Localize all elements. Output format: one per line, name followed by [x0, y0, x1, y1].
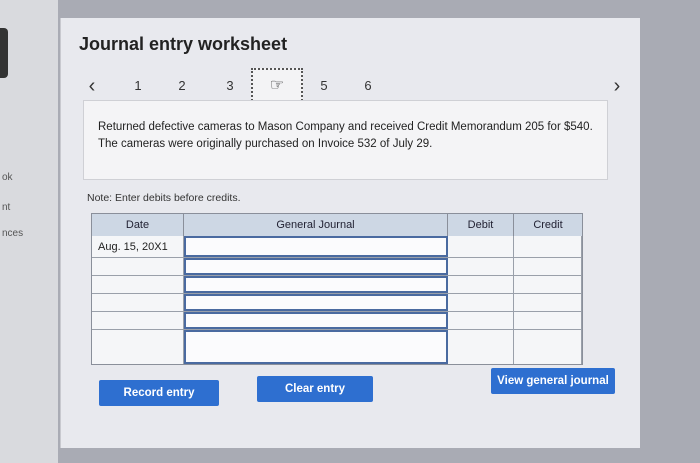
background-page-strip: ok nt nces — [0, 0, 58, 463]
tab-3[interactable]: 3 — [217, 72, 243, 100]
tab-1[interactable]: 1 — [125, 72, 151, 100]
chevron-left-icon[interactable]: ‹ — [79, 72, 105, 100]
transaction-description: Returned defective cameras to Mason Comp… — [83, 100, 608, 180]
date-cell[interactable] — [92, 294, 184, 311]
credit-cell[interactable] — [514, 236, 582, 257]
table-row — [92, 258, 582, 276]
debit-cell[interactable] — [448, 276, 514, 293]
account-cell[interactable] — [184, 330, 448, 364]
table-row — [92, 330, 582, 364]
date-cell[interactable] — [92, 276, 184, 293]
tab-4-active[interactable]: ☞ — [251, 68, 303, 104]
journal-entry-panel: Journal entry worksheet ‹ 1 2 3 ☞ 5 6 › … — [60, 18, 640, 448]
account-cell[interactable] — [184, 236, 448, 257]
account-cell[interactable] — [184, 276, 448, 293]
tab-5[interactable]: 5 — [311, 72, 337, 100]
column-header-general-journal: General Journal — [184, 214, 448, 236]
journal-table: Date General Journal Debit Credit Aug. 1… — [91, 213, 583, 365]
clear-entry-button[interactable]: Clear entry — [257, 376, 373, 402]
table-row — [92, 312, 582, 330]
debit-cell[interactable] — [448, 258, 514, 275]
background-label: nces — [2, 228, 24, 239]
account-cell[interactable] — [184, 258, 448, 275]
table-row — [92, 276, 582, 294]
background-label: nt — [2, 202, 11, 213]
column-header-debit: Debit — [448, 214, 514, 236]
credit-cell[interactable] — [514, 276, 582, 293]
date-cell[interactable] — [92, 258, 184, 275]
tab-6[interactable]: 6 — [355, 72, 381, 100]
credit-cell[interactable] — [514, 258, 582, 275]
date-cell[interactable]: Aug. 15, 20X1 — [92, 236, 184, 257]
date-cell[interactable] — [92, 330, 184, 364]
background-label: ok — [2, 172, 13, 183]
account-cell[interactable] — [184, 294, 448, 311]
account-cell[interactable] — [184, 312, 448, 329]
credit-cell[interactable] — [514, 294, 582, 311]
instruction-note: Note: Enter debits before credits. — [87, 192, 241, 204]
credit-cell[interactable] — [514, 312, 582, 329]
debit-cell[interactable] — [448, 294, 514, 311]
column-header-credit: Credit — [514, 214, 582, 236]
debit-cell[interactable] — [448, 236, 514, 257]
view-general-journal-button[interactable]: View general journal — [491, 368, 615, 394]
record-entry-button[interactable]: Record entry — [99, 380, 219, 406]
page-title: Journal entry worksheet — [79, 34, 288, 54]
tab-2[interactable]: 2 — [169, 72, 195, 100]
debit-cell[interactable] — [448, 330, 514, 364]
table-row — [92, 294, 582, 312]
table-row: Aug. 15, 20X1 — [92, 236, 582, 258]
date-cell[interactable] — [92, 312, 184, 329]
chevron-right-icon[interactable]: › — [604, 72, 630, 100]
column-header-date: Date — [92, 214, 184, 236]
credit-cell[interactable] — [514, 330, 582, 364]
debit-cell[interactable] — [448, 312, 514, 329]
background-tab-marker — [0, 28, 8, 78]
hand-pointer-icon: ☞ — [269, 77, 285, 94]
